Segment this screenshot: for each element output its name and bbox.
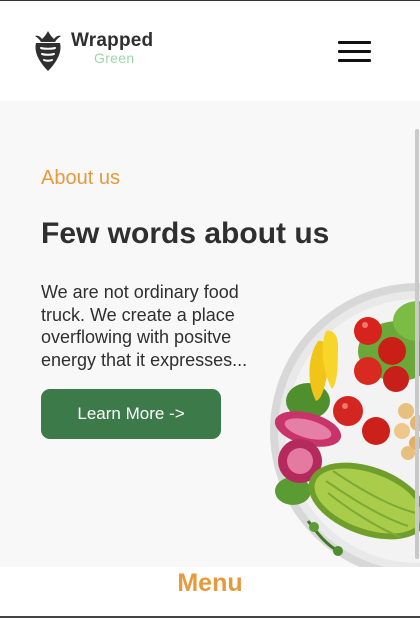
section-heading: Few words about us [41, 217, 330, 250]
hamburger-icon-bar [338, 41, 371, 44]
scrollbar[interactable] [415, 129, 419, 559]
about-section: About us Few words about us We are not o… [0, 101, 420, 567]
menu-section: Menu [0, 567, 420, 618]
about-description: We are not ordinary food truck. We creat… [41, 282, 248, 370]
hamburger-icon-bar [338, 59, 371, 62]
menu-section-title: Menu [177, 569, 243, 597]
radish-logo-icon [35, 31, 61, 71]
hamburger-menu-button[interactable] [338, 41, 371, 63]
logo-subtitle: Green [94, 50, 135, 66]
section-eyebrow: About us [41, 167, 120, 189]
learn-more-button[interactable]: Learn More -> [41, 389, 221, 439]
logo-wordmark: Wrapped [71, 30, 154, 51]
salad-bowl-image [270, 283, 420, 567]
logo[interactable]: Wrapped Green [32, 29, 162, 73]
site-header: Wrapped Green [0, 1, 420, 101]
hamburger-icon-bar [338, 50, 371, 53]
